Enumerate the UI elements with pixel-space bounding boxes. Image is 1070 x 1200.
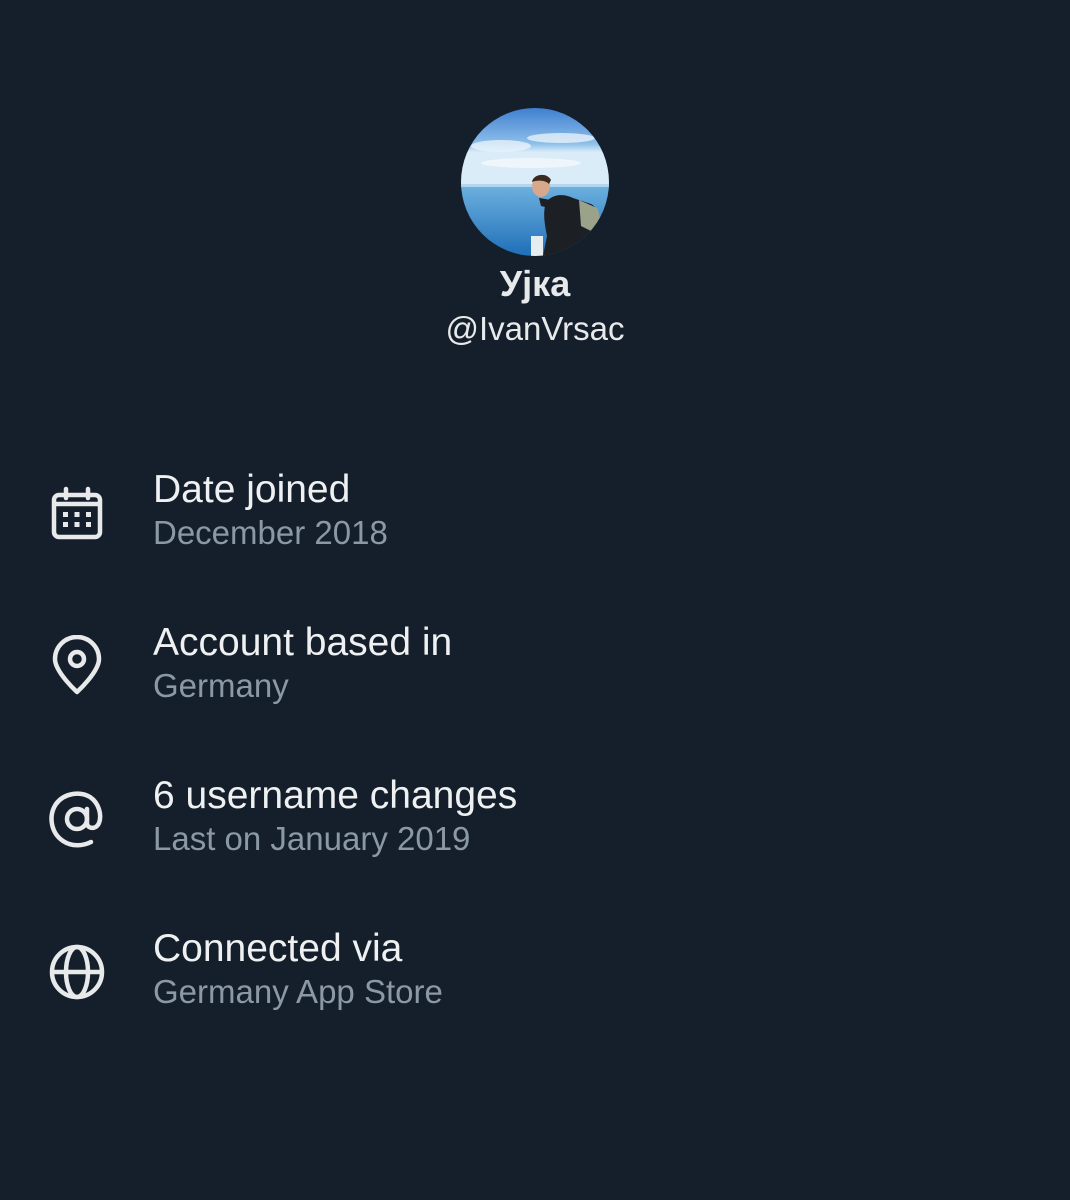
info-subtitle: Germany <box>153 667 289 704</box>
profile-header: Ујка @IvanVrsac <box>0 108 1070 352</box>
info-subtitle: December 2018 <box>153 514 388 551</box>
info-text: 6 username changes Last on January 2019 <box>153 772 517 860</box>
location-pin-icon <box>46 635 108 697</box>
avatar-photo <box>461 108 609 256</box>
info-text: Connected via Germany App Store <box>153 925 443 1013</box>
at-sign-icon <box>46 788 108 850</box>
info-text: Account based in Germany <box>153 619 452 707</box>
info-subtitle: Last on January 2019 <box>153 820 471 857</box>
info-title: Account based in <box>153 621 453 664</box>
info-row-account-location: Account based in Germany <box>0 619 1070 772</box>
info-title: 6 username changes <box>153 774 518 817</box>
globe-icon <box>46 941 108 1003</box>
info-row-username-changes: 6 username changes Last on January 2019 <box>0 772 1070 925</box>
calendar-icon <box>46 482 108 544</box>
avatar[interactable] <box>461 108 609 256</box>
info-row-connected-via: Connected via Germany App Store <box>0 925 1070 1078</box>
info-title: Date joined <box>153 468 351 511</box>
info-subtitle: Germany App Store <box>153 973 443 1010</box>
username-handle: @IvanVrsac <box>445 310 625 347</box>
display-name: Ујка <box>499 263 571 304</box>
account-info-list: Date joined December 2018 Account based … <box>0 466 1070 1078</box>
info-row-date-joined: Date joined December 2018 <box>0 466 1070 619</box>
info-text: Date joined December 2018 <box>153 466 388 554</box>
info-title: Connected via <box>153 927 403 970</box>
account-info-page: Ујка @IvanVrsac Date joined December 201… <box>0 0 1070 1200</box>
